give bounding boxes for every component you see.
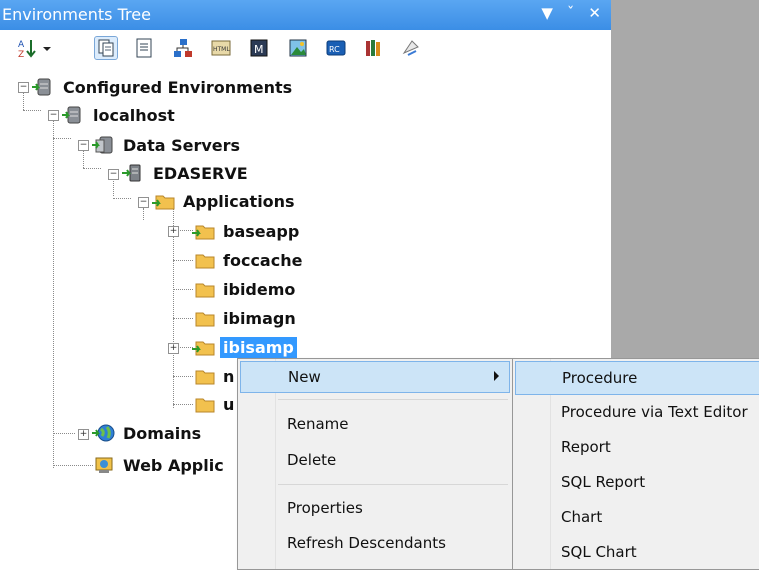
node-label: baseapp bbox=[223, 221, 300, 241]
node-label: ibimagn bbox=[223, 308, 296, 328]
copy-view-icon[interactable] bbox=[94, 36, 118, 60]
svg-text:RC: RC bbox=[329, 45, 340, 54]
environments-icon bbox=[32, 77, 56, 97]
collapse-applications-toggle[interactable]: − bbox=[138, 197, 149, 208]
menu-item-rename[interactable]: Rename bbox=[240, 409, 510, 439]
submenu-item-procedure[interactable]: Procedure bbox=[515, 361, 759, 395]
tree-node-ibimagn[interactable]: ibimagn bbox=[192, 305, 299, 331]
panel-title: Environments Tree bbox=[2, 5, 151, 24]
folder-icon bbox=[192, 221, 216, 241]
folder-icon bbox=[192, 308, 216, 328]
submenu-item-report[interactable]: Report bbox=[515, 431, 759, 463]
toolbar: AZ HTML M RC bbox=[0, 30, 611, 66]
html-icon[interactable]: HTML bbox=[210, 37, 232, 59]
menu-item-label: Properties bbox=[287, 499, 363, 517]
collapse-localhost-toggle[interactable]: − bbox=[48, 110, 59, 121]
node-label: Web Applic bbox=[123, 455, 224, 475]
node-label: Applications bbox=[183, 191, 295, 211]
menu-item-refresh-descendants[interactable]: Refresh Descendants bbox=[240, 528, 510, 558]
tree-node-baseapp[interactable]: baseapp bbox=[192, 218, 302, 244]
submenu-arrow-icon bbox=[494, 371, 499, 381]
web-application-icon bbox=[92, 455, 116, 475]
submenu-item-chart[interactable]: Chart bbox=[515, 501, 759, 533]
menu-separator bbox=[278, 399, 508, 400]
tree-node-n[interactable]: n bbox=[192, 363, 237, 389]
new-submenu: Procedure Procedure via Text Editor Repo… bbox=[512, 358, 759, 570]
folder-icon bbox=[152, 191, 176, 211]
data-servers-icon bbox=[92, 135, 116, 155]
folder-icon bbox=[192, 279, 216, 299]
menu-item-new[interactable]: New bbox=[240, 361, 510, 393]
panel-titlebar: Environments Tree ▼ ˇ ✕ bbox=[0, 0, 611, 30]
folder-icon bbox=[192, 337, 216, 357]
node-label: ibidemo bbox=[223, 279, 296, 299]
svg-text:A: A bbox=[18, 40, 25, 50]
tree-node-edaserve[interactable]: EDASERVE bbox=[122, 160, 251, 186]
menu-item-label: SQL Report bbox=[561, 473, 646, 491]
node-label: Data Servers bbox=[123, 135, 241, 155]
node-label: Domains bbox=[123, 423, 202, 443]
tree-node-u[interactable]: u bbox=[192, 391, 237, 417]
collapse-data-servers-toggle[interactable]: − bbox=[78, 140, 89, 151]
expand-domains-toggle[interactable]: + bbox=[78, 429, 89, 440]
context-menu: New Rename Delete Properties Refresh Des… bbox=[237, 358, 514, 570]
svg-text:M: M bbox=[254, 43, 264, 56]
panel-menu-dropdown-icon[interactable]: ▼ bbox=[541, 4, 553, 22]
tree-node-localhost[interactable]: localhost bbox=[62, 102, 178, 128]
rc-icon[interactable]: RC bbox=[325, 37, 347, 59]
tree-node-web-applications[interactable]: Web Applic bbox=[92, 452, 227, 478]
menu-item-label: SQL Chart bbox=[561, 543, 637, 561]
close-icon[interactable]: ✕ bbox=[588, 4, 601, 22]
submenu-item-sql-chart[interactable]: SQL Chart bbox=[515, 536, 759, 568]
pin-icon[interactable]: ˇ bbox=[567, 4, 575, 22]
submenu-item-procedure-via-text-editor[interactable]: Procedure via Text Editor bbox=[515, 396, 759, 428]
node-label: EDASERVE bbox=[153, 163, 248, 183]
database-server-icon bbox=[122, 163, 146, 183]
tree-node-data-servers[interactable]: Data Servers bbox=[92, 132, 243, 158]
menu-item-label: Report bbox=[561, 438, 611, 456]
expand-baseapp-toggle[interactable]: + bbox=[168, 226, 179, 237]
node-label: ibisamp bbox=[220, 336, 297, 358]
image-icon[interactable] bbox=[287, 37, 309, 59]
tree-node-foccache[interactable]: foccache bbox=[192, 247, 305, 273]
node-label: foccache bbox=[223, 250, 303, 270]
m-icon[interactable]: M bbox=[248, 37, 270, 59]
server-icon bbox=[62, 105, 86, 125]
wizard-icon[interactable] bbox=[400, 37, 422, 59]
menu-item-label: New bbox=[288, 368, 321, 386]
node-label: n bbox=[223, 366, 235, 386]
expand-ibisamp-toggle[interactable]: + bbox=[168, 343, 179, 354]
collapse-configured-environments-toggle[interactable]: − bbox=[18, 82, 29, 93]
submenu-item-sql-report[interactable]: SQL Report bbox=[515, 466, 759, 498]
svg-text:HTML: HTML bbox=[213, 46, 230, 53]
network-icon[interactable] bbox=[172, 37, 194, 59]
menu-item-properties[interactable]: Properties bbox=[240, 493, 510, 523]
svg-text:Z: Z bbox=[18, 50, 24, 59]
tree-node-domains[interactable]: Domains bbox=[92, 420, 204, 446]
node-label: Configured Environments bbox=[63, 77, 293, 97]
node-label: u bbox=[223, 394, 235, 414]
folder-icon bbox=[192, 366, 216, 386]
menu-item-label: Refresh Descendants bbox=[287, 534, 446, 552]
menu-item-label: Rename bbox=[287, 415, 349, 433]
dropdown-arrow-icon[interactable] bbox=[40, 37, 54, 59]
menu-item-label: Procedure bbox=[562, 369, 638, 387]
tree-node-ibidemo[interactable]: ibidemo bbox=[192, 276, 298, 302]
menu-separator bbox=[278, 484, 508, 485]
sort-icon[interactable]: AZ bbox=[16, 37, 38, 60]
tree-node-applications[interactable]: Applications bbox=[152, 188, 298, 214]
books-icon[interactable] bbox=[363, 37, 385, 59]
tree-node-configured-environments[interactable]: Configured Environments bbox=[32, 74, 295, 100]
node-label: localhost bbox=[93, 105, 175, 125]
folder-icon bbox=[192, 394, 216, 414]
collapse-edaserve-toggle[interactable]: − bbox=[108, 169, 119, 180]
document-icon[interactable] bbox=[133, 37, 155, 59]
globe-icon bbox=[92, 423, 116, 443]
menu-item-label: Delete bbox=[287, 451, 337, 469]
menu-item-delete[interactable]: Delete bbox=[240, 445, 510, 475]
folder-icon bbox=[192, 250, 216, 270]
tree-node-ibisamp[interactable]: ibisamp bbox=[192, 334, 297, 360]
menu-item-label: Chart bbox=[561, 508, 603, 526]
menu-item-label: Procedure via Text Editor bbox=[561, 403, 748, 421]
